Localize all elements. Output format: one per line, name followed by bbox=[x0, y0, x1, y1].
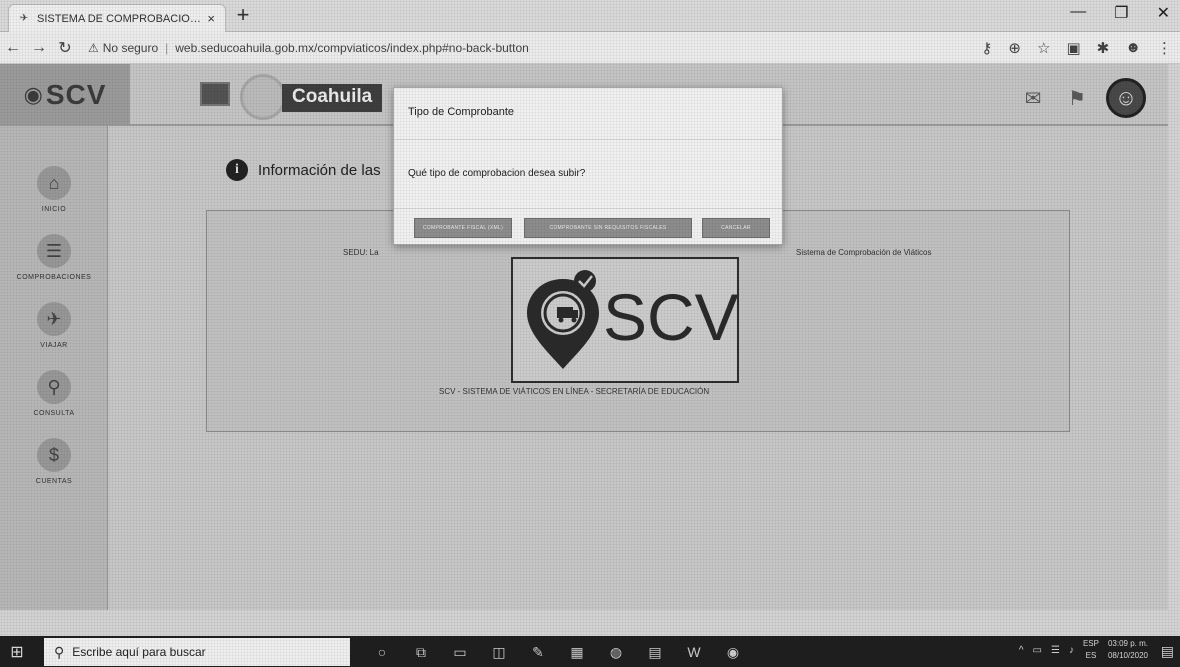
star-icon[interactable]: ☆ bbox=[1037, 39, 1050, 57]
info-icon: i bbox=[226, 159, 248, 181]
taskbar-search-box[interactable]: ⚲ Escribe aquí para buscar bbox=[44, 638, 350, 666]
security-label[interactable]: No seguro bbox=[103, 41, 158, 55]
travel-icon: ✈ bbox=[37, 302, 71, 336]
tab-close-button[interactable]: × bbox=[205, 11, 217, 26]
file-explorer-icon[interactable]: ▭ bbox=[448, 640, 472, 664]
dialog-divider bbox=[394, 208, 782, 209]
media-icon[interactable]: ▤ bbox=[643, 640, 667, 664]
browser-toolbar-right: ⚷ ⊕ ☆ ▣ ✱ ☻ ⋮ bbox=[981, 39, 1172, 57]
taskbar-clock[interactable]: 03:09 p. m. 08/10/2020 bbox=[1108, 638, 1148, 662]
windows-start-icon[interactable]: ⊞ bbox=[6, 641, 28, 663]
header-icons: ✉ ⚑ ☺ bbox=[1018, 78, 1146, 118]
profile-icon[interactable]: ☻ bbox=[1125, 39, 1141, 57]
comprobante-type-dialog: Tipo de Comprobante Qué tipo de comproba… bbox=[393, 87, 783, 245]
tray-chevron-icon[interactable]: ^ bbox=[1019, 645, 1024, 656]
url-field[interactable]: ⚠ No seguro | web.seducoahuila.gob.mx/co… bbox=[88, 41, 529, 55]
dialog-divider bbox=[394, 139, 782, 140]
system-tray: ^ ▭ ☰ ♪ ESP ES 03:09 p. m. 08/10/2020 bbox=[1019, 638, 1148, 662]
sidebar-item-viajar[interactable]: ✈ VIAJAR bbox=[0, 302, 108, 349]
fiscal-receipt-button[interactable]: COMPROBANTE FISCAL (XML) bbox=[414, 218, 512, 238]
sidebar-item-label: INICIO bbox=[41, 206, 67, 213]
store-icon[interactable]: ◫ bbox=[487, 640, 511, 664]
tab-title: SISTEMA DE COMPROBACION E bbox=[37, 12, 206, 25]
dialog-title: Tipo de Comprobante bbox=[408, 106, 514, 118]
url-text[interactable]: web.seducoahuila.gob.mx/compviaticos/ind… bbox=[175, 41, 529, 55]
browser-tab[interactable]: ✈ SISTEMA DE COMPROBACION E × bbox=[8, 4, 226, 32]
location-pin-icon: ◉ bbox=[23, 82, 44, 107]
sidebar: ⌂ INICIO ☰ COMPROBACIONES ✈ VIAJAR ⚲ CON… bbox=[0, 126, 108, 610]
sidebar-item-comprobaciones[interactable]: ☰ COMPROBACIONES bbox=[0, 234, 108, 281]
search-icon: ⚲ bbox=[54, 643, 65, 660]
scv-logo: SCV bbox=[511, 257, 739, 383]
extension-icon[interactable]: ▣ bbox=[1066, 39, 1080, 57]
browser-tab-strip: ✈ SISTEMA DE COMPROBACION E × + — ❐ ✕ bbox=[0, 0, 1180, 32]
word-icon[interactable]: W bbox=[682, 640, 706, 664]
accounts-icon: $ bbox=[37, 438, 71, 472]
windows-taskbar: ⊞ ⚲ Escribe aquí para buscar ○ ⧉ ▭ ◫ ✎ ▦… bbox=[0, 636, 1180, 667]
back-arrow-icon[interactable]: ← bbox=[0, 39, 26, 57]
new-tab-button[interactable]: + bbox=[232, 2, 254, 28]
sidebar-item-label: COMPROBACIONES bbox=[16, 274, 92, 281]
menu-icon[interactable]: ⋮ bbox=[1157, 39, 1172, 57]
volume-icon[interactable]: ♪ bbox=[1069, 645, 1074, 656]
address-bar: ← → ↻ ⚠ No seguro | web.seducoahuila.gob… bbox=[0, 32, 1180, 64]
panel-footer: SCV - SISTEMA DE VIÁTICOS EN LÍNEA - SEC… bbox=[439, 387, 710, 396]
state-seal bbox=[240, 74, 286, 120]
sidebar-item-cuentas[interactable]: $ CUENTAS bbox=[0, 438, 108, 485]
battery-icon[interactable]: ▭ bbox=[1033, 645, 1042, 656]
info-heading: i Información de las bbox=[226, 159, 381, 181]
sidebar-item-label: VIAJAR bbox=[40, 342, 68, 349]
forward-arrow-icon[interactable]: → bbox=[26, 39, 52, 57]
welcome-text: SEDU: La bbox=[343, 248, 379, 257]
app-icon[interactable]: ◉ bbox=[721, 640, 745, 664]
language-indicator[interactable]: ESP ES bbox=[1083, 638, 1099, 662]
receipt-icon: ☰ bbox=[37, 234, 71, 268]
photos-icon[interactable]: ▦ bbox=[565, 640, 589, 664]
notification-icon[interactable]: ✉ bbox=[1018, 83, 1048, 113]
cancel-button[interactable]: CANCELAR bbox=[702, 218, 770, 238]
notification-center-icon[interactable]: ▤ bbox=[1161, 643, 1174, 660]
sidebar-item-label: CONSULTA bbox=[33, 410, 75, 417]
search-icon: ⚲ bbox=[37, 370, 71, 404]
dialog-question: Qué tipo de comprobacion desea subir? bbox=[408, 168, 586, 179]
keyboard-layout: ES bbox=[1085, 651, 1097, 660]
alert-icon[interactable]: ⚑ bbox=[1062, 83, 1092, 113]
puzzle-icon[interactable]: ✱ bbox=[1097, 39, 1110, 57]
welcome-text-tail: Sistema de Comprobación de Viáticos bbox=[796, 248, 932, 257]
page-title: Información de las bbox=[258, 161, 381, 179]
warning-icon[interactable]: ⚠ bbox=[88, 41, 99, 55]
sidebar-item-label: CUENTAS bbox=[35, 478, 73, 485]
taskbar-search-placeholder: Escribe aquí para buscar bbox=[72, 645, 206, 659]
sidebar-item-consulta[interactable]: ⚲ CONSULTA bbox=[0, 370, 108, 417]
reload-icon[interactable]: ↻ bbox=[52, 38, 78, 58]
key-icon[interactable]: ⚷ bbox=[981, 39, 992, 57]
maximize-button[interactable]: ❐ bbox=[1114, 3, 1128, 23]
task-view-icon[interactable]: ⧉ bbox=[409, 640, 433, 664]
non-fiscal-receipt-button[interactable]: COMPROBANTE SIN REQUISITOS FISCALES bbox=[524, 218, 692, 238]
zoom-icon[interactable]: ⊕ bbox=[1008, 39, 1021, 57]
brand-logo[interactable]: ◉ SCV bbox=[0, 64, 130, 126]
state-name: Coahuila bbox=[282, 84, 383, 112]
sidebar-item-inicio[interactable]: ⌂ INICIO bbox=[0, 166, 108, 213]
home-icon: ⌂ bbox=[37, 166, 71, 200]
network-icon[interactable]: ☰ bbox=[1051, 645, 1060, 656]
language-code: ESP bbox=[1082, 639, 1099, 648]
taskbar-apps: ○ ⧉ ▭ ◫ ✎ ▦ ◍ ▤ W ◉ bbox=[370, 640, 745, 664]
brand-text: SCV bbox=[45, 79, 107, 110]
url-separator: | bbox=[165, 40, 169, 55]
close-window-button[interactable]: ✕ bbox=[1157, 3, 1170, 23]
cortana-icon[interactable]: ○ bbox=[370, 640, 394, 664]
site-favicon-icon: ✈ bbox=[19, 13, 29, 24]
logo-text: SCV bbox=[603, 280, 739, 354]
minimize-button[interactable]: — bbox=[1070, 3, 1086, 23]
clock-time: 03:09 p. m. bbox=[1107, 639, 1148, 648]
government-logo bbox=[200, 82, 230, 106]
window-controls: — ❐ ✕ bbox=[1070, 3, 1170, 23]
chrome-icon[interactable]: ◍ bbox=[604, 640, 628, 664]
clock-date: 08/10/2020 bbox=[1107, 651, 1148, 660]
user-avatar[interactable]: ☺ bbox=[1106, 78, 1146, 118]
paint-icon[interactable]: ✎ bbox=[526, 640, 550, 664]
